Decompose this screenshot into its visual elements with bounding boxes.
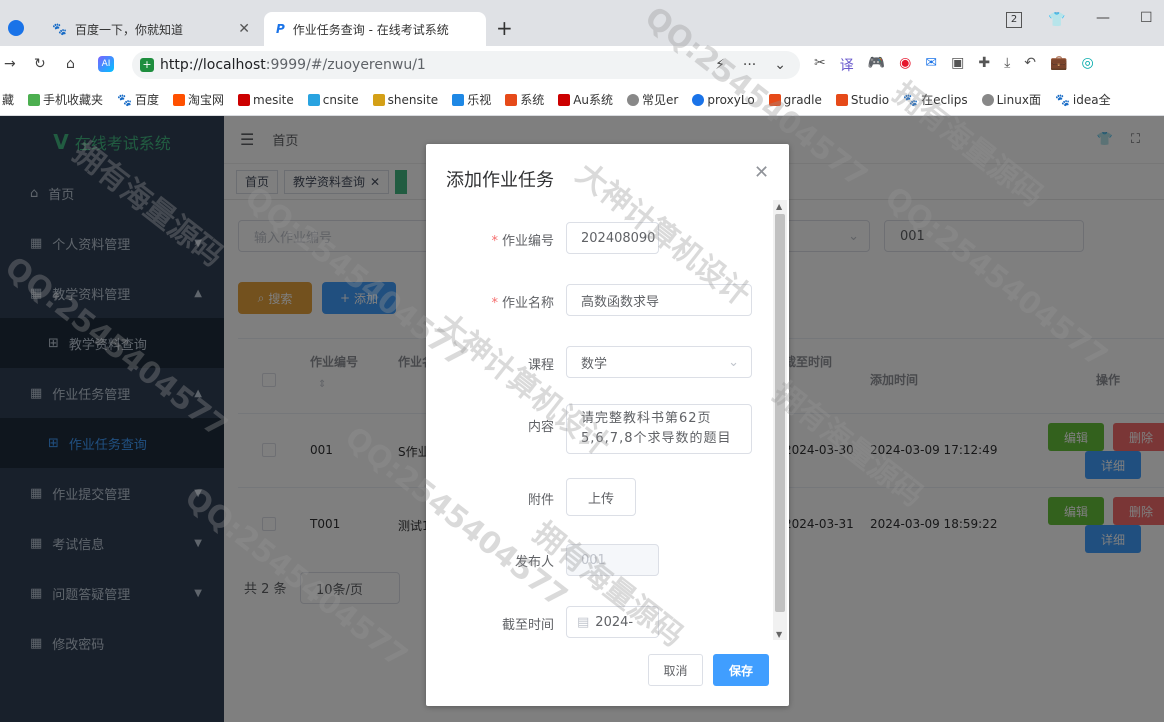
label-content: 内容 [527,420,554,435]
c-icon [505,93,518,106]
reload-icon[interactable]: ↻ [34,56,46,72]
label-no: * 作业编号 [491,234,554,249]
scrollbar-thumb[interactable] [775,214,785,612]
label-course: 课程 [527,358,554,373]
secure-icon: + [140,58,154,72]
paw-icon: 🐾 [1054,92,1070,107]
box-icon[interactable]: ▣ [951,55,964,75]
translate-icon[interactable]: 译 [840,55,854,75]
home-icon[interactable]: ⌂ [66,56,75,72]
bookmarks-bar: 藏 手机收藏夹 🐾 百度 淘宝网 mesite cnsite shensite 乐… [0,84,1164,116]
tab-count-badge[interactable]: 2 [1006,12,1022,28]
close-icon[interactable]: ✕ [238,21,250,37]
puzzle-icon[interactable]: ✚ [978,55,990,75]
dialog-title: 添加作业任务 [446,170,554,191]
browser-tab-baidu[interactable]: 🐾 百度一下，你就知道 ✕ [40,12,262,46]
c-icon [768,93,781,106]
c-icon [835,93,848,106]
bookmark-item[interactable]: 🐾 idea全 [1055,91,1111,108]
weibo-icon[interactable]: ◉ [899,55,911,75]
site-icon [558,93,571,106]
taobao-icon [173,93,185,106]
site-icon [372,93,385,106]
bookmark-item[interactable]: proxyLo [692,93,755,107]
maximize-icon[interactable]: ☐ [1140,10,1153,26]
mail-icon[interactable]: ✉ [925,55,937,75]
bookmark-item[interactable]: cnsite [307,93,359,107]
bookmark-item[interactable]: Studio [835,93,889,107]
game-icon[interactable]: 🎮 [868,55,885,75]
paw-icon: 🐾 [117,92,132,107]
scroll-up-icon[interactable]: ▲ [776,202,782,211]
bookmark-item[interactable]: 手机收藏夹 [28,91,103,108]
homework-no-field[interactable]: 202408090 [566,222,659,254]
label-attachment: 附件 [527,493,554,508]
bookmark-item[interactable]: 藏 [2,91,14,108]
bookmark-item[interactable]: shensite [372,93,438,107]
cancel-button[interactable]: 取消 [648,654,703,686]
minimize-icon[interactable]: — [1096,10,1110,26]
chevron-down-icon: ⌄ [728,354,739,370]
upload-button[interactable]: 上传 [566,478,636,516]
proxy-icon [692,93,705,106]
close-icon[interactable]: ✕ [754,162,769,183]
phone-icon [28,93,41,106]
label-deadline: 截至时间 [501,618,554,633]
publisher-field: 001 [566,544,659,576]
bookmark-item[interactable]: 淘宝网 [173,91,224,108]
scroll-down-icon[interactable]: ▼ [776,630,782,639]
calendar-icon: ▤ [577,614,590,630]
chevron-down-icon[interactable]: ⌄ [774,57,786,73]
bookmark-item[interactable]: 常见er [627,91,678,108]
bookmark-item[interactable]: mesite [238,93,294,107]
shirt-icon[interactable]: 👕 [1048,12,1065,28]
bookmark-item[interactable]: Linux面 [981,91,1041,108]
forward-icon[interactable]: → [4,56,16,72]
bookmark-item[interactable]: gradle [768,93,822,107]
briefcase-icon[interactable]: 💼 [1050,55,1067,75]
homework-name-field[interactable]: 高数函数求导 [566,284,752,316]
bookmark-item[interactable]: 🐾 百度 [117,91,159,108]
browser-tab-bar: 🐾 百度一下，你就知道 ✕ P 作业任务查询 - 在线考试系统 + 2 👕 — … [0,0,1164,46]
edge-icon[interactable]: ◎ [1081,55,1093,75]
paw-icon: 🐾 [52,22,67,36]
globe-icon [627,93,640,106]
tv-icon [452,93,465,106]
undo-icon[interactable]: ↶ [1024,55,1036,75]
browser-tab-active[interactable]: P 作业任务查询 - 在线考试系统 [264,12,486,46]
site-icon [307,93,320,106]
bookmark-item[interactable]: 乐视 [452,91,491,108]
site-icon [238,93,251,106]
add-homework-dialog: 添加作业任务 ✕ * 作业编号 202408090 * 作业名称 高数函数求导 课程… [426,144,789,706]
save-button[interactable]: 保存 [713,654,769,686]
extension-bar: ✂ 译 🎮 ◉ ✉ ▣ ✚ ⤓ ↶ 💼 ◎ [814,55,1094,75]
lightning-icon[interactable]: ⚡ [715,57,725,73]
content-textarea[interactable]: 请完整教科书第62页5,6,7,8个求导数的题目 [566,404,752,454]
paw-icon: 🐾 [903,92,919,107]
bookmark-item[interactable]: 系统 [505,91,544,108]
ai-icon[interactable]: AI [98,56,114,72]
deadline-picker[interactable]: ▤ 2024- [566,606,659,638]
scissors-icon[interactable]: ✂ [814,55,826,75]
bookmark-item[interactable]: Au系统 [558,91,613,108]
download-icon[interactable]: ⤓ [1004,55,1010,75]
url-field[interactable]: + http://localhost:9999/#/zuoyerenwu/1 ⚡… [132,51,800,79]
course-select[interactable]: 数学 ⌄ [566,346,752,378]
more-icon[interactable]: ··· [743,57,756,73]
label-publisher: 发布人 [514,555,554,570]
browser-app-icon[interactable] [8,20,24,36]
globe-icon [981,93,994,106]
p-logo-icon: P [276,22,285,36]
new-tab-icon[interactable]: + [496,16,513,40]
bookmark-item[interactable]: 🐾 在eclips [903,91,967,108]
label-name: * 作业名称 [491,296,554,311]
